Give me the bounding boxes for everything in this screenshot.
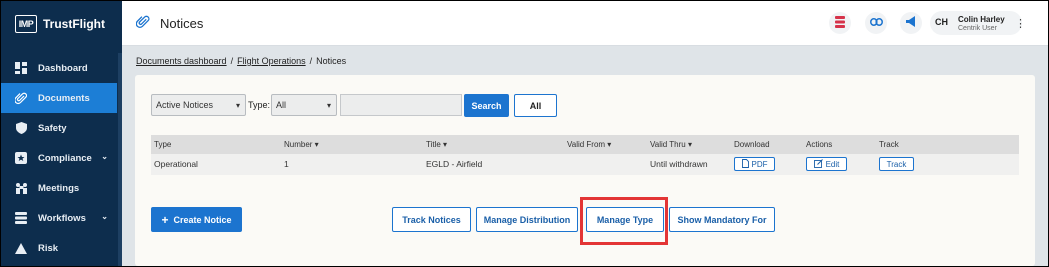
- breadcrumb-separator: /: [309, 56, 313, 66]
- show-mandatory-for-label: Show Mandatory For: [677, 214, 767, 225]
- edit-button[interactable]: Edit: [806, 157, 847, 171]
- sidebar: IMP TrustFlight Dashboard Documents Safe…: [1, 1, 122, 266]
- cell-type: Operational: [154, 159, 198, 169]
- workflow-icon: [14, 211, 28, 225]
- paperclip-icon: [14, 91, 28, 105]
- chevron-down-icon: ⌄: [101, 152, 108, 161]
- paperclip-icon: [135, 15, 150, 32]
- breadcrumb-documents-dashboard[interactable]: Documents dashboard: [136, 56, 227, 66]
- highlight-box: [580, 197, 668, 245]
- sidebar-item-label: Workflows: [38, 212, 86, 224]
- all-button[interactable]: All: [514, 94, 557, 117]
- sidebar-nav: Dashboard Documents Safety Compliance ⌄: [1, 53, 122, 263]
- column-header-number[interactable]: Number ▾: [284, 140, 319, 149]
- type-label: Type:: [248, 100, 271, 110]
- sidebar-item-dashboard[interactable]: Dashboard: [1, 53, 122, 83]
- link-icon: [869, 17, 883, 29]
- track-label: Track: [886, 159, 907, 169]
- search-button[interactable]: Search: [464, 94, 509, 117]
- search-input[interactable]: [340, 94, 462, 116]
- badge-icon: [14, 151, 28, 165]
- column-header-title[interactable]: Title ▾: [426, 140, 447, 149]
- column-header-valid-from[interactable]: Valid From ▾: [567, 140, 611, 149]
- search-button-label: Search: [471, 100, 502, 111]
- status-filter-select[interactable]: Active Notices ▾: [151, 94, 246, 116]
- brand-logo[interactable]: IMP TrustFlight: [15, 15, 105, 33]
- table-row: Operational 1 EGLD - Airfield Until with…: [151, 154, 1019, 175]
- shield-icon: [14, 121, 28, 135]
- cell-title: EGLD - Airfield: [426, 159, 483, 169]
- manage-distribution-label: Manage Distribution: [483, 214, 571, 225]
- brand-name: TrustFlight: [43, 17, 105, 31]
- column-header-type: Type: [154, 140, 172, 149]
- sidebar-item-label: Compliance: [38, 152, 92, 164]
- sidebar-item-label: Documents: [38, 92, 90, 104]
- column-header-track: Track: [879, 140, 899, 149]
- cell-valid-thru: Until withdrawn: [650, 159, 708, 169]
- notices-table: Type Number ▾ Title ▾ Valid From ▾ Valid…: [151, 135, 1019, 175]
- breadcrumb-flight-operations[interactable]: Flight Operations: [237, 56, 306, 66]
- user-name: Colin Harley: [958, 15, 1005, 24]
- track-notices-label: Track Notices: [402, 214, 461, 225]
- breadcrumb-separator: /: [230, 56, 234, 66]
- download-pdf-label: PDF: [751, 159, 768, 169]
- page-title: Notices: [160, 16, 204, 31]
- breadcrumb: Documents dashboard / Flight Operations …: [136, 56, 346, 66]
- sidebar-item-workflows[interactable]: Workflows ⌄: [1, 203, 122, 233]
- sidebar-item-compliance[interactable]: Compliance ⌄: [1, 143, 122, 173]
- sidebar-item-documents[interactable]: Documents: [1, 83, 117, 113]
- announcements-button[interactable]: [900, 12, 922, 34]
- type-filter-value: All: [276, 100, 287, 110]
- sidebar-item-label: Risk: [38, 242, 59, 254]
- sidebar-item-label: Dashboard: [38, 62, 88, 74]
- sidebar-item-safety[interactable]: Safety: [1, 113, 122, 143]
- cell-number: 1: [284, 159, 289, 169]
- app-window: IMP TrustFlight Dashboard Documents Safe…: [0, 0, 1049, 267]
- track-button[interactable]: Track: [879, 157, 914, 171]
- megaphone-icon: [905, 16, 917, 30]
- avatar: CH: [935, 17, 948, 27]
- type-filter-select[interactable]: All ▾: [271, 94, 337, 116]
- chevron-down-icon: ⌄: [101, 212, 108, 221]
- warning-icon: [14, 241, 28, 255]
- column-header-actions: Actions: [806, 140, 833, 149]
- table-header: Type Number ▾ Title ▾ Valid From ▾ Valid…: [151, 135, 1019, 154]
- chevron-down-icon: ▾: [235, 101, 240, 110]
- edit-label: Edit: [825, 159, 840, 169]
- status-filter-value: Active Notices: [156, 100, 214, 110]
- plus-icon: +: [161, 212, 169, 227]
- sidebar-item-risk[interactable]: Risk: [1, 233, 122, 263]
- download-pdf-button[interactable]: PDF: [734, 157, 775, 171]
- create-notice-label: Create Notice: [173, 214, 232, 225]
- modules-button[interactable]: [829, 12, 851, 34]
- sidebar-item-label: Safety: [38, 122, 67, 134]
- chevron-down-icon: ▾: [326, 101, 331, 110]
- track-notices-button[interactable]: Track Notices: [392, 207, 471, 232]
- sidebar-item-meetings[interactable]: Meetings: [1, 173, 122, 203]
- edit-icon: [813, 158, 823, 170]
- all-button-label: All: [529, 100, 542, 111]
- stack-icon: [835, 15, 845, 31]
- top-header: Notices CH Colin Harley Centrik User ⋮: [122, 1, 1048, 46]
- document-icon: [741, 158, 749, 170]
- more-vertical-icon[interactable]: ⋮: [1015, 17, 1026, 30]
- column-header-valid-thru[interactable]: Valid Thru ▾: [650, 140, 692, 149]
- user-menu[interactable]: CH Colin Harley Centrik User ⋮: [930, 11, 1026, 35]
- sidebar-scrollbar[interactable]: [118, 53, 122, 266]
- user-role: Centrik User: [958, 25, 997, 32]
- link-button[interactable]: [865, 12, 887, 34]
- dashboard-icon: [14, 61, 28, 75]
- create-notice-button[interactable]: + Create Notice: [151, 207, 242, 232]
- breadcrumb-current: Notices: [316, 56, 347, 66]
- show-mandatory-for-button[interactable]: Show Mandatory For: [669, 207, 775, 232]
- meetings-icon: [14, 181, 28, 195]
- manage-distribution-button[interactable]: Manage Distribution: [476, 207, 578, 232]
- logo-mark: IMP: [15, 15, 37, 33]
- sidebar-item-label: Meetings: [38, 182, 80, 194]
- column-header-download: Download: [734, 140, 770, 149]
